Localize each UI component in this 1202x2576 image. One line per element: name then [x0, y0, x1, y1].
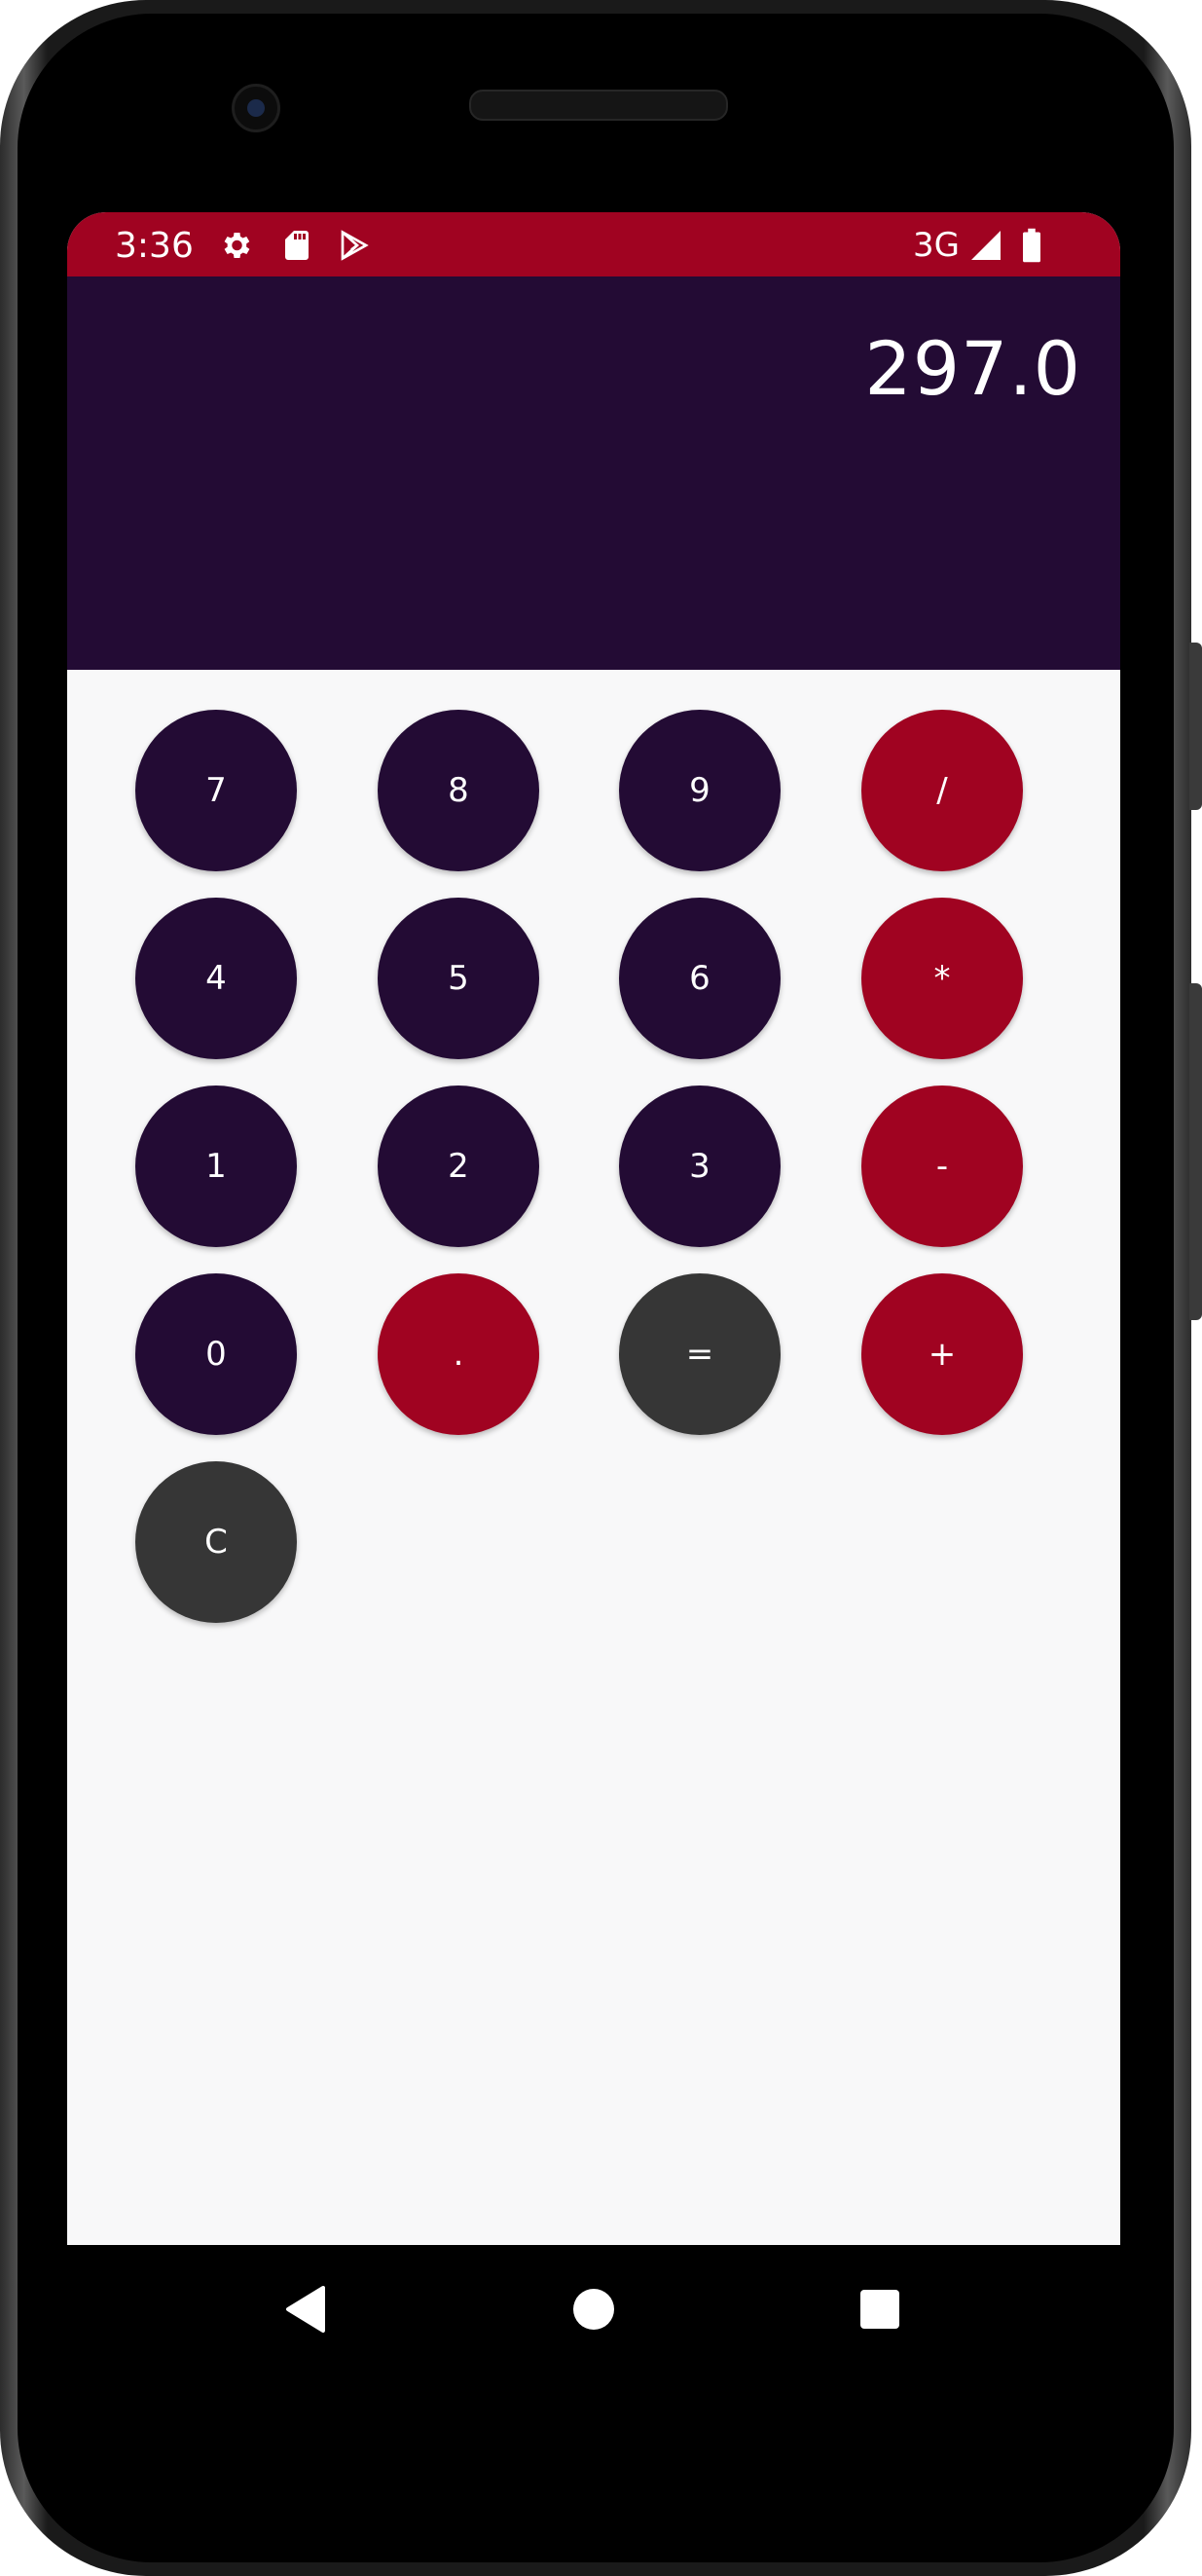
power-button [1189, 643, 1202, 810]
signal-icon [966, 228, 1005, 263]
front-camera [232, 84, 280, 132]
back-icon[interactable] [284, 2286, 327, 2333]
key-8-button[interactable]: 8 [378, 710, 539, 871]
key-2-button[interactable]: 2 [378, 1086, 539, 1247]
key-0-button[interactable]: 0 [135, 1273, 297, 1435]
key-decimal-button[interactable]: . [378, 1273, 539, 1435]
battery-icon [1019, 228, 1044, 263]
result-display: 297.0 [67, 276, 1120, 670]
earpiece-speaker [469, 90, 728, 121]
sd-card-icon [278, 228, 315, 263]
status-bar: 3:36 3G [67, 212, 1120, 276]
key-add-button[interactable]: + [861, 1273, 1023, 1435]
key-9-button[interactable]: 9 [619, 710, 781, 871]
play-store-icon [336, 228, 373, 263]
key-5-button[interactable]: 5 [378, 898, 539, 1059]
key-6-button[interactable]: 6 [619, 898, 781, 1059]
recents-icon[interactable] [859, 2289, 900, 2330]
key-3-button[interactable]: 3 [619, 1086, 781, 1247]
key-4-button[interactable]: 4 [135, 898, 297, 1059]
key-divide-button[interactable]: / [861, 710, 1023, 871]
key-multiply-button[interactable]: * [861, 898, 1023, 1059]
key-subtract-button[interactable]: - [861, 1086, 1023, 1247]
key-equals-button[interactable]: = [619, 1273, 781, 1435]
key-clear-button[interactable]: C [135, 1461, 297, 1623]
screen: 3:36 3G 297.0 7 8 9 / 4 5 6 * 1 2 3- 0. = + C [67, 212, 1120, 2245]
network-type: 3G [913, 226, 960, 265]
display-value: 297.0 [864, 325, 1081, 412]
status-time: 3:36 [115, 226, 194, 266]
key-7-button[interactable]: 7 [135, 710, 297, 871]
keypad: 7 8 9 / 4 5 6 * 1 2 3- 0. = + C [67, 670, 1120, 2245]
home-icon[interactable] [572, 2288, 615, 2331]
volume-button [1189, 983, 1202, 1320]
settings-icon [217, 228, 254, 263]
key-1-button[interactable]: 1 [135, 1086, 297, 1247]
navigation-bar [0, 2245, 1202, 2576]
